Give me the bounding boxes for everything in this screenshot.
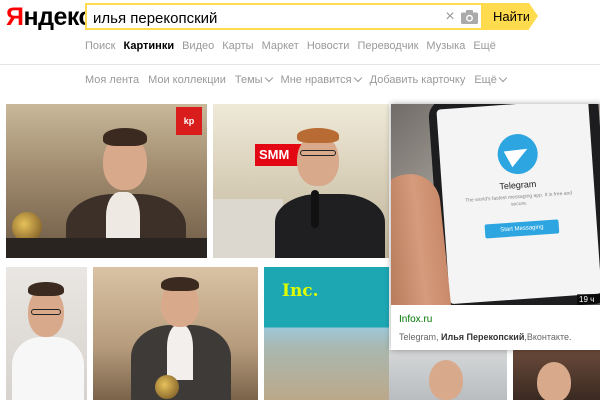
person-glasses [300,150,336,156]
images-sub-nav: Моя лента Мои коллекции Темы Мне нравится До… [85,73,515,90]
sub-nav-item[interactable]: Добавить карточку [370,74,466,90]
logo-rest: ндекс [23,3,92,31]
header-divider [0,64,600,65]
image-result[interactable] [93,267,258,400]
service-nav: Поиск Картинки Видео Карты Маркет Новости Пере… [85,40,504,56]
source-domain-link[interactable]: Infox.ru [399,314,432,325]
telegram-icon [496,132,540,176]
sub-nav-label: Ещё [474,74,497,86]
service-nav-item[interactable]: Поиск [85,40,115,56]
logo-first-letter: Я [6,3,24,31]
popup-description[interactable]: Telegram, Илья Перекопский,Вконтакте. [399,332,599,342]
person-face [537,362,571,400]
phone-screen: Telegram The world's fastest messaging a… [436,104,600,305]
person-hair [28,282,64,296]
person-shirt [12,337,84,400]
conference-banner [213,199,283,258]
microphone [311,190,319,228]
sub-nav-item[interactable]: Моя лента [85,74,139,90]
chevron-down-icon [498,73,508,83]
globe-decoration [155,375,179,399]
image-result[interactable]: Inc. [264,267,389,400]
person-hair [297,128,339,143]
search-button[interactable]: Найти [481,3,530,30]
person-face [429,360,463,400]
search-box: × [85,3,481,30]
desc-prefix: Telegram, [399,332,442,342]
desc-suffix: ,Вконтакте. [524,332,572,342]
yandex-logo[interactable]: Яндекс [6,4,92,30]
sub-nav-label: Моя лента [85,74,140,86]
sub-nav-item[interactable]: Мне нравится [280,73,362,90]
person-hair [103,128,147,146]
service-nav-item[interactable]: Картинки [123,40,174,56]
phone: Telegram The world's fastest messaging a… [427,104,600,305]
search-button-arrow[interactable] [529,3,538,29]
table-surface [6,238,207,258]
desc-bold: Илья Перекопский [441,332,525,342]
image-result[interactable] [389,350,507,400]
person-shirt [275,194,385,258]
clear-icon[interactable]: × [442,9,458,25]
service-nav-item[interactable]: Видео [182,40,214,56]
inc-logo: Inc. [282,281,319,301]
service-nav-item[interactable]: Новости [307,40,350,56]
chevron-down-icon [353,73,362,83]
sub-nav-item[interactable]: Мои коллекции [148,74,226,90]
sub-nav-item[interactable]: Ещё [474,73,508,90]
search-form: × Найти [85,3,540,30]
person-hair [161,277,199,291]
person-shirt [167,325,193,380]
service-nav-item[interactable]: Музыка [426,40,465,56]
image-preview-popup[interactable]: Telegram The world's fastest messaging a… [391,104,600,350]
sub-nav-item[interactable]: Темы [234,73,273,90]
image-result[interactable]: SMM [213,104,389,258]
image-result[interactable] [6,267,87,400]
time-badge: 19 ч [577,294,600,305]
start-messaging-button: Start Messaging [484,219,560,239]
service-nav-item[interactable]: Карты [222,40,253,56]
camera-icon[interactable] [461,10,478,24]
service-nav-item[interactable]: Переводчик [357,40,418,56]
kp-logo: kp [176,107,202,135]
sub-nav-label: Темы [234,74,263,86]
sub-nav-label: Добавить карточку [369,74,466,86]
service-nav-item[interactable]: Ещё [473,40,496,56]
search-input[interactable] [93,9,433,27]
person-glasses [31,309,61,315]
paper-plane-icon [503,140,532,168]
app-subtitle: The world's fastest messaging app. It is… [465,190,573,208]
popup-image[interactable]: Telegram The world's fastest messaging a… [391,104,600,305]
sub-nav-label: Мои коллекции [148,74,226,86]
sub-nav-label: Мне нравится [280,74,352,86]
service-nav-item[interactable]: Маркет [262,40,299,56]
image-result[interactable] [513,350,600,400]
chevron-down-icon [264,73,273,83]
